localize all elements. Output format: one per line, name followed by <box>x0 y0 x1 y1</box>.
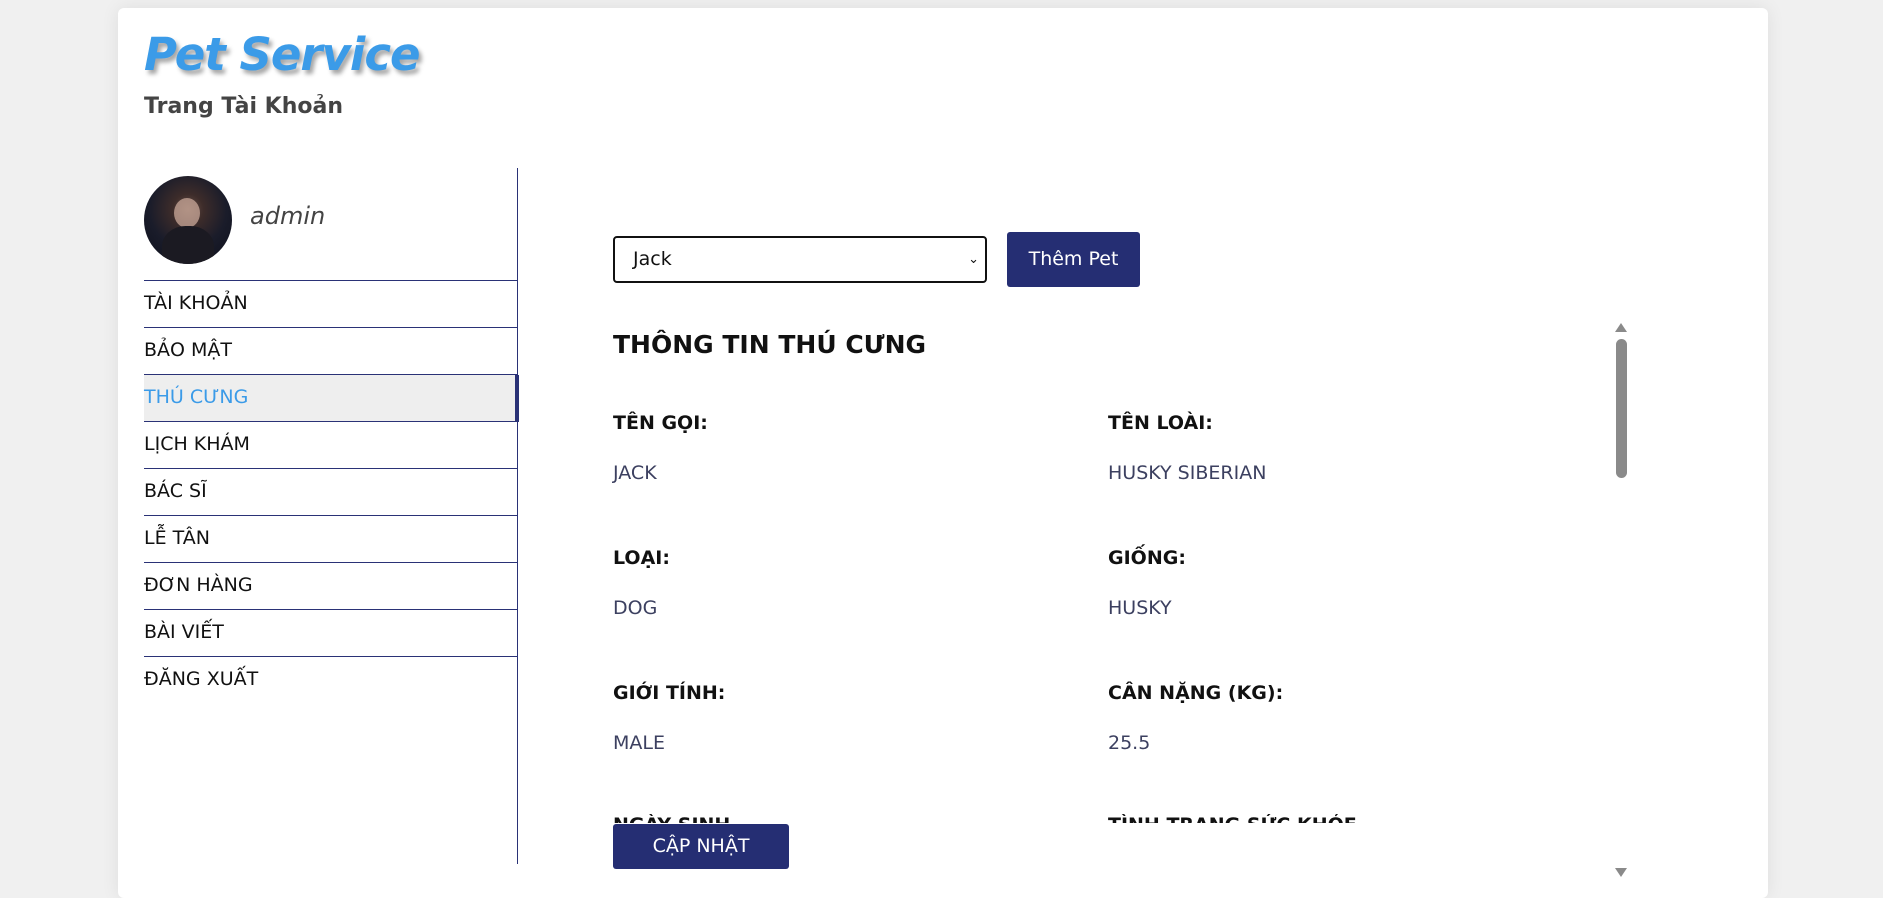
scroll-up-arrow-icon[interactable] <box>1615 323 1627 332</box>
pet-select[interactable]: Jack ⌄ <box>613 236 987 283</box>
pet-info-title: THÔNG TIN THÚ CƯNG <box>613 330 927 359</box>
species-name-value: HUSKY SIBERIAN <box>1108 462 1267 484</box>
clipped-fields-row: NGÀY SINH TÌNH TRẠNG SỨC KHỎE <box>613 814 1603 823</box>
account-card: Pet Service Trang Tài Khoản admin TÀI KH… <box>118 8 1768 898</box>
type-value: DOG <box>613 597 658 619</box>
pet-select-value: Jack <box>633 248 672 270</box>
avatar <box>144 176 232 264</box>
pet-name-label: TÊN GỌI: <box>613 412 708 434</box>
sidebar-item-dang-xuat[interactable]: ĐĂNG XUẤT <box>144 657 517 704</box>
gender-value: MALE <box>613 732 665 754</box>
logo[interactable]: Pet Service <box>144 32 421 77</box>
type-label: LOẠI: <box>613 547 670 569</box>
weight-value: 25.5 <box>1108 732 1151 754</box>
chevron-down-icon: ⌄ <box>968 252 979 267</box>
health-status-label: TÌNH TRẠNG SỨC KHỎE <box>1108 814 1357 823</box>
sidebar-item-lich-kham[interactable]: LỊCH KHÁM <box>144 422 517 469</box>
main-content: Jack ⌄ Thêm Pet THÔNG TIN THÚ CƯNG TÊN G… <box>613 8 1733 898</box>
add-pet-button[interactable]: Thêm Pet <box>1007 232 1140 287</box>
breed-label: GIỐNG: <box>1108 547 1186 569</box>
sidebar-item-le-tan[interactable]: LỄ TÂN <box>144 516 517 563</box>
sidebar-item-bai-viet[interactable]: BÀI VIẾT <box>144 610 517 657</box>
breed-value: HUSKY <box>1108 597 1172 619</box>
sidebar-item-bao-mat[interactable]: BẢO MẬT <box>144 328 517 375</box>
sidebar-item-bac-si[interactable]: BÁC SĨ <box>144 469 517 516</box>
sidebar-item-tai-khoan[interactable]: TÀI KHOẢN <box>144 281 517 328</box>
sidebar: admin TÀI KHOẢN BẢO MẬT THÚ CƯNG LỊCH KH… <box>144 168 519 864</box>
sidebar-item-don-hang[interactable]: ĐƠN HÀNG <box>144 563 517 610</box>
profile: admin <box>144 168 517 280</box>
update-button[interactable]: CẬP NHẬT <box>613 824 789 869</box>
username: admin <box>250 202 326 230</box>
species-name-label: TÊN LOÀI: <box>1108 412 1213 434</box>
pet-name-value: JACK <box>613 462 657 484</box>
page-subtitle: Trang Tài Khoản <box>144 94 343 119</box>
scrollbar-thumb[interactable] <box>1616 339 1627 478</box>
sidebar-item-thu-cung[interactable]: THÚ CƯNG <box>144 375 519 422</box>
weight-label: CÂN NẶNG (KG): <box>1108 682 1284 704</box>
scroll-down-arrow-icon[interactable] <box>1615 868 1627 877</box>
sidebar-menu: TÀI KHOẢN BẢO MẬT THÚ CƯNG LỊCH KHÁM BÁC… <box>144 280 519 704</box>
gender-label: GIỚI TÍNH: <box>613 682 726 704</box>
birth-date-label: NGÀY SINH <box>613 814 730 823</box>
